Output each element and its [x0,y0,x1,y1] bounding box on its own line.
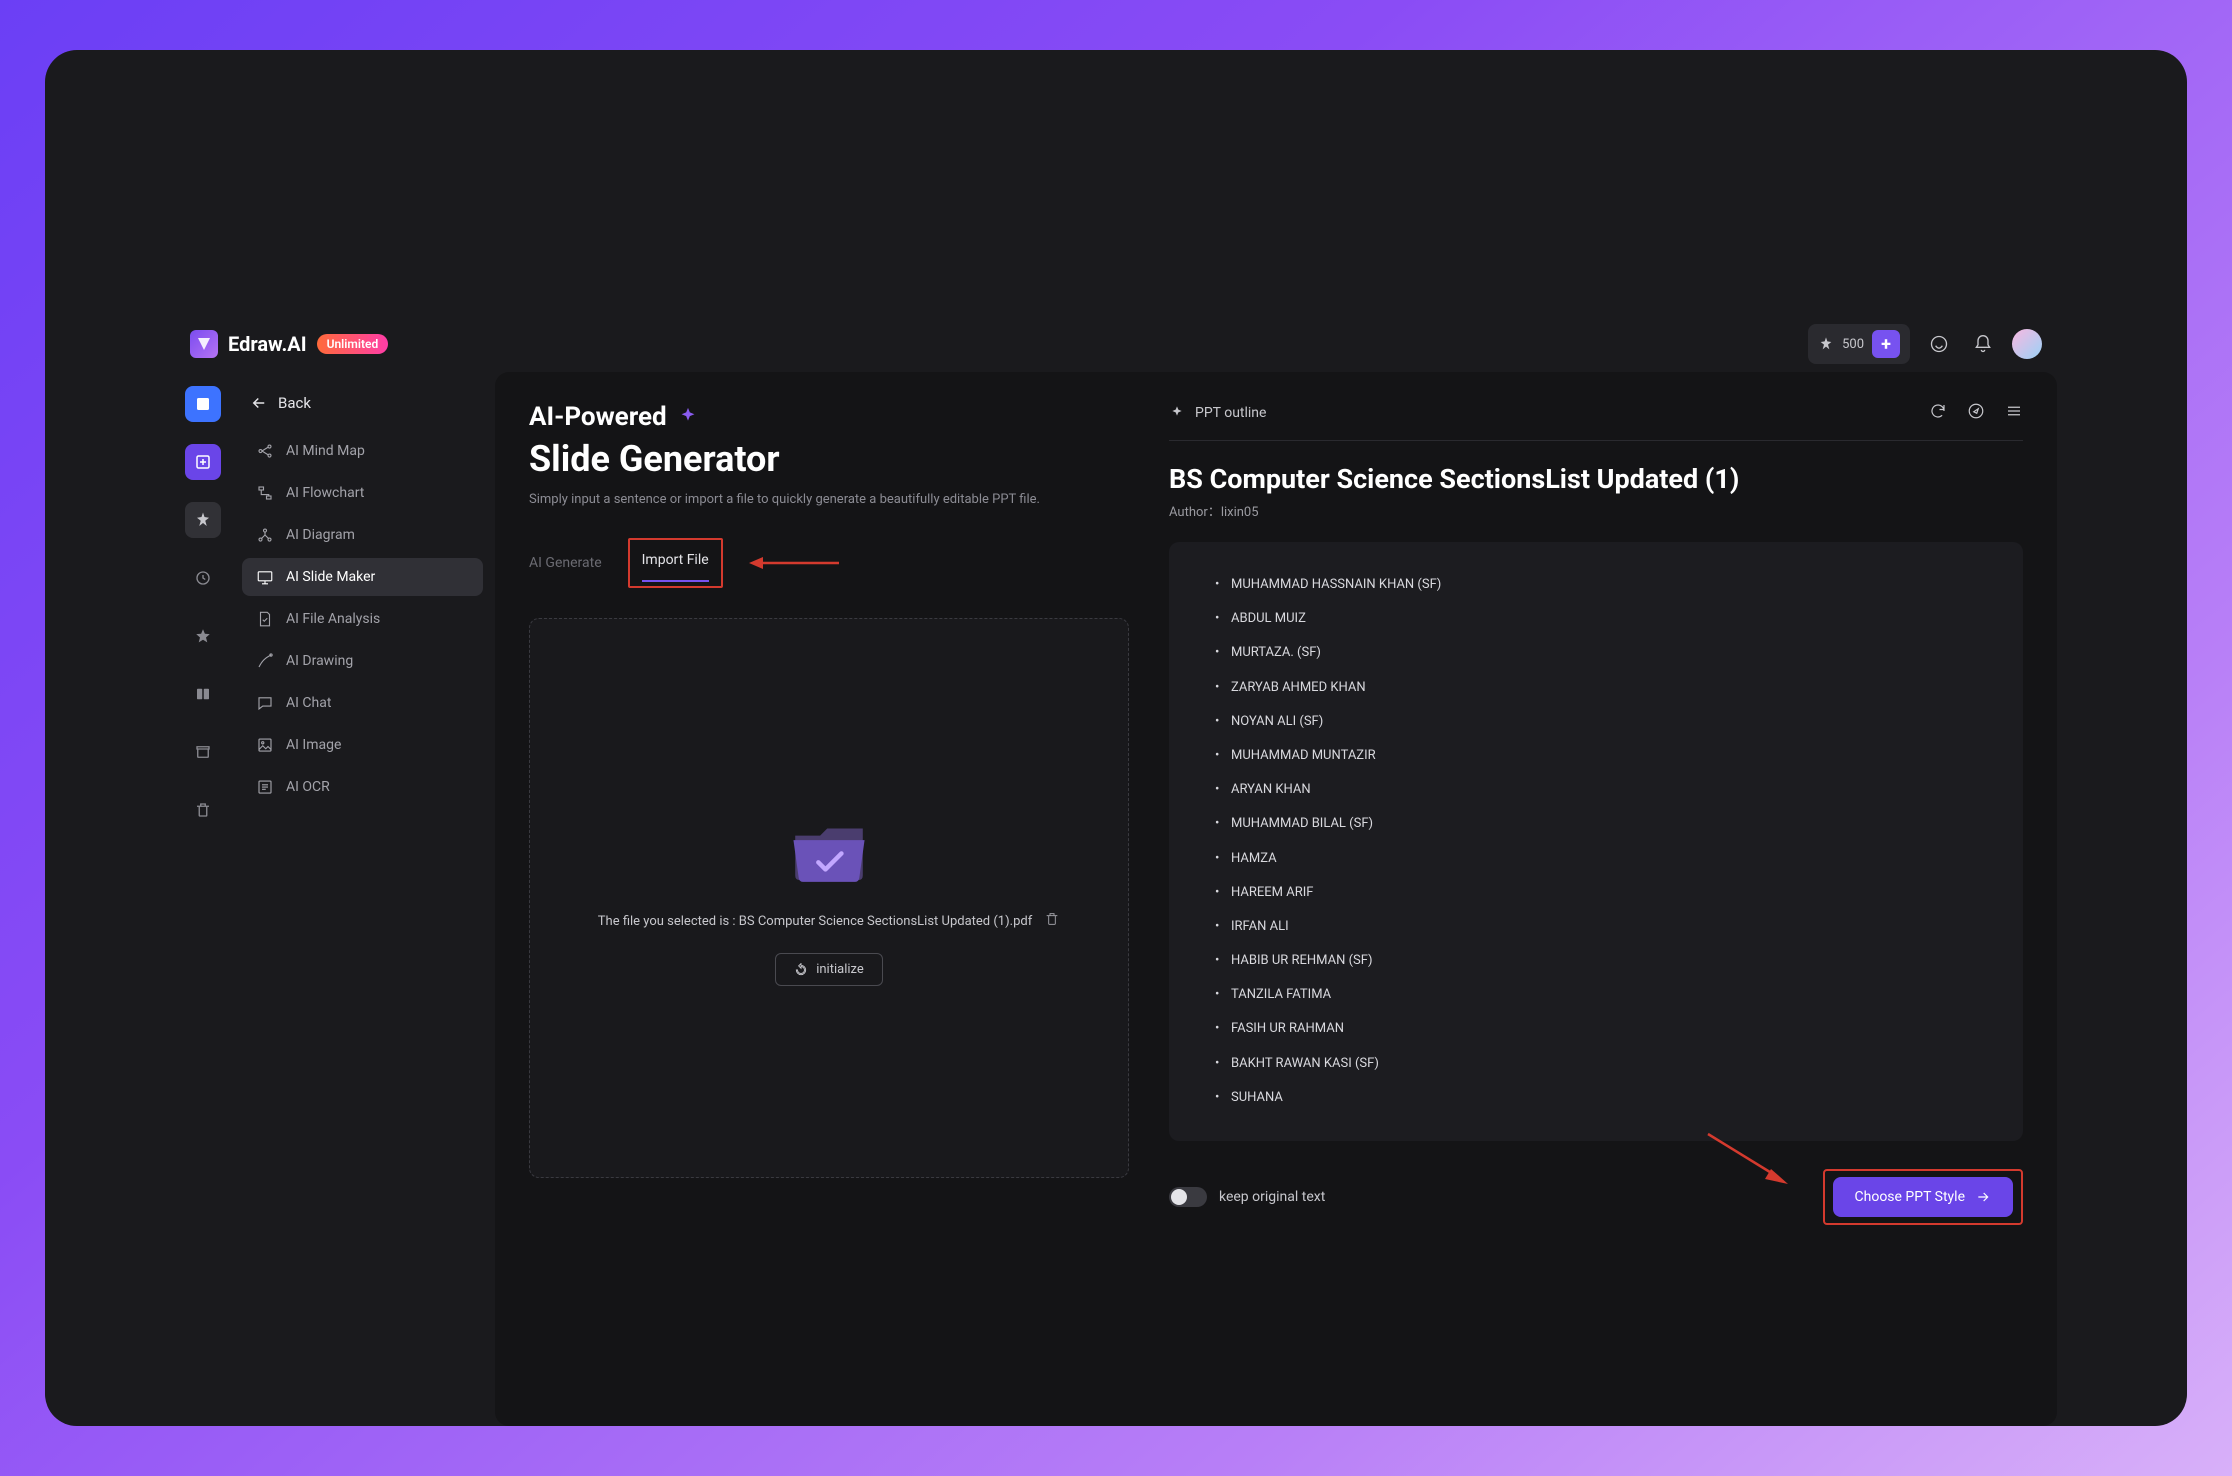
nav-item-drawing[interactable]: AI Drawing [242,642,483,680]
list-item: HAREEM ARIF [1209,876,1983,910]
topbar: Edraw.AI Unlimited 500 + [190,318,2042,370]
nav-item-diagram[interactable]: AI Diagram [242,516,483,554]
brand-logo-icon [190,330,218,358]
sparkle-icon [677,406,699,428]
nav-item-image[interactable]: AI Image [242,726,483,764]
avatar[interactable] [2012,329,2042,359]
nav-rail [175,372,230,1426]
list-item: HAMZA [1209,842,1983,876]
list-item: TANZILA FATIMA [1209,978,1983,1012]
selected-file-label: The file you selected is : BS Computer S… [598,914,1032,929]
compass-icon[interactable] [1967,402,1985,424]
unlimited-badge: Unlimited [317,334,389,354]
file-dropzone[interactable]: The file you selected is : BS Computer S… [529,618,1129,1178]
nav-item-chat[interactable]: AI Chat [242,684,483,722]
outline-list: MUHAMMAD HASSNAIN KHAN (SF)ABDUL MUIZMUR… [1209,568,1983,1115]
outline-author: Author：lixin05 [1169,501,2023,520]
sidebar: Back AI Mind Map AI Flowchart AI Diagram… [230,372,495,1426]
list-item: SUHANA [1209,1081,1983,1115]
outline-header-label: PPT outline [1169,405,1266,421]
annotation-cta-highlight: Choose PPT Style [1823,1169,2023,1225]
menu-icon[interactable] [2005,402,2023,424]
rail-item-history[interactable] [185,560,221,596]
annotation-arrow-icon [749,554,839,572]
nav-item-ocr[interactable]: AI OCR [242,768,483,806]
folder-icon [784,809,874,889]
list-item: MUHAMMAD BILAL (SF) [1209,807,1983,841]
keep-original-label: keep original text [1219,1189,1325,1205]
list-item: ARYAN KHAN [1209,773,1983,807]
selected-file-row: The file you selected is : BS Computer S… [598,911,1060,931]
add-credits-button[interactable]: + [1872,330,1900,358]
page-title: Slide Generator [529,438,1129,480]
topbar-right: 500 + [1808,324,2042,364]
app-window: Edraw.AI Unlimited 500 + [45,50,2187,1426]
list-item: MUHAMMAD HASSNAIN KHAN (SF) [1209,568,1983,602]
list-item: HABIB UR REHMAN (SF) [1209,944,1983,978]
rail-item-ai[interactable] [185,502,221,538]
rail-item-archive[interactable] [185,734,221,770]
sparkle-icon [1169,405,1185,421]
outline-header: PPT outline [1169,402,2023,441]
list-item: IRFAN ALI [1209,910,1983,944]
list-item: ZARYAB AHMED KHAN [1209,671,1983,705]
refresh-icon[interactable] [1929,402,1947,424]
list-item: MURTAZA. (SF) [1209,636,1983,670]
nav-item-slidemaker[interactable]: AI Slide Maker [242,558,483,596]
keep-original-toggle[interactable] [1169,1187,1207,1207]
tab-import-file[interactable]: Import File [642,544,709,576]
rail-item-templates[interactable] [185,676,221,712]
nav-list: AI Mind Map AI Flowchart AI Diagram AI S… [230,432,495,806]
outline-title: BS Computer Science SectionsList Updated… [1169,463,2023,495]
list-item: ABDUL MUIZ [1209,602,1983,636]
list-item: BAKHT RAWAN KASI (SF) [1209,1047,1983,1081]
workspace: Back AI Mind Map AI Flowchart AI Diagram… [175,372,2057,1426]
back-button[interactable]: Back [230,386,495,432]
nav-item-flowchart[interactable]: AI Flowchart [242,474,483,512]
credits-pill[interactable]: 500 + [1808,324,1910,364]
list-item: NOYAN ALI (SF) [1209,705,1983,739]
annotation-import-highlight: Import File [628,538,723,588]
outline-actions [1929,402,2023,424]
tab-row: AI Generate Import File [529,538,1129,588]
nav-item-fileanalysis[interactable]: AI File Analysis [242,600,483,638]
remove-file-button[interactable] [1044,911,1060,931]
tab-ai-generate[interactable]: AI Generate [529,547,602,579]
annotation-arrow-icon [1703,1129,1793,1189]
list-item: MUHAMMAD MUNTAZIR [1209,739,1983,773]
footer-row: keep original text Choose PPT Style [1169,1169,2023,1225]
rail-item-star[interactable] [185,618,221,654]
nav-item-mindmap[interactable]: AI Mind Map [242,432,483,470]
list-item: FASIH UR RAHMAN [1209,1012,1983,1046]
choose-ppt-style-button[interactable]: Choose PPT Style [1833,1177,2013,1217]
outline-card: MUHAMMAD HASSNAIN KHAN (SF)ABDUL MUIZMUR… [1169,542,2023,1141]
outline-pane: PPT outline BS Computer Science Sections… [1169,402,2023,1396]
bell-icon[interactable] [1968,329,1998,359]
credits-count: 500 [1842,337,1864,352]
brand-name: Edraw.AI [228,332,307,356]
brand: Edraw.AI Unlimited [190,330,388,358]
page-subtitle: Simply input a sentence or import a file… [529,490,1129,510]
generator-pane: AI-Powered Slide Generator Simply input … [529,402,1129,1396]
rail-item-trash[interactable] [185,792,221,828]
main-panel: AI-Powered Slide Generator Simply input … [495,372,2057,1426]
ai-powered-label: AI-Powered [529,402,1129,432]
keep-original-row: keep original text [1169,1187,1325,1207]
rail-item-home[interactable] [185,386,221,422]
initialize-button[interactable]: initialize [775,953,883,986]
support-icon[interactable] [1924,329,1954,359]
rail-item-create[interactable] [185,444,221,480]
back-label: Back [278,394,311,412]
